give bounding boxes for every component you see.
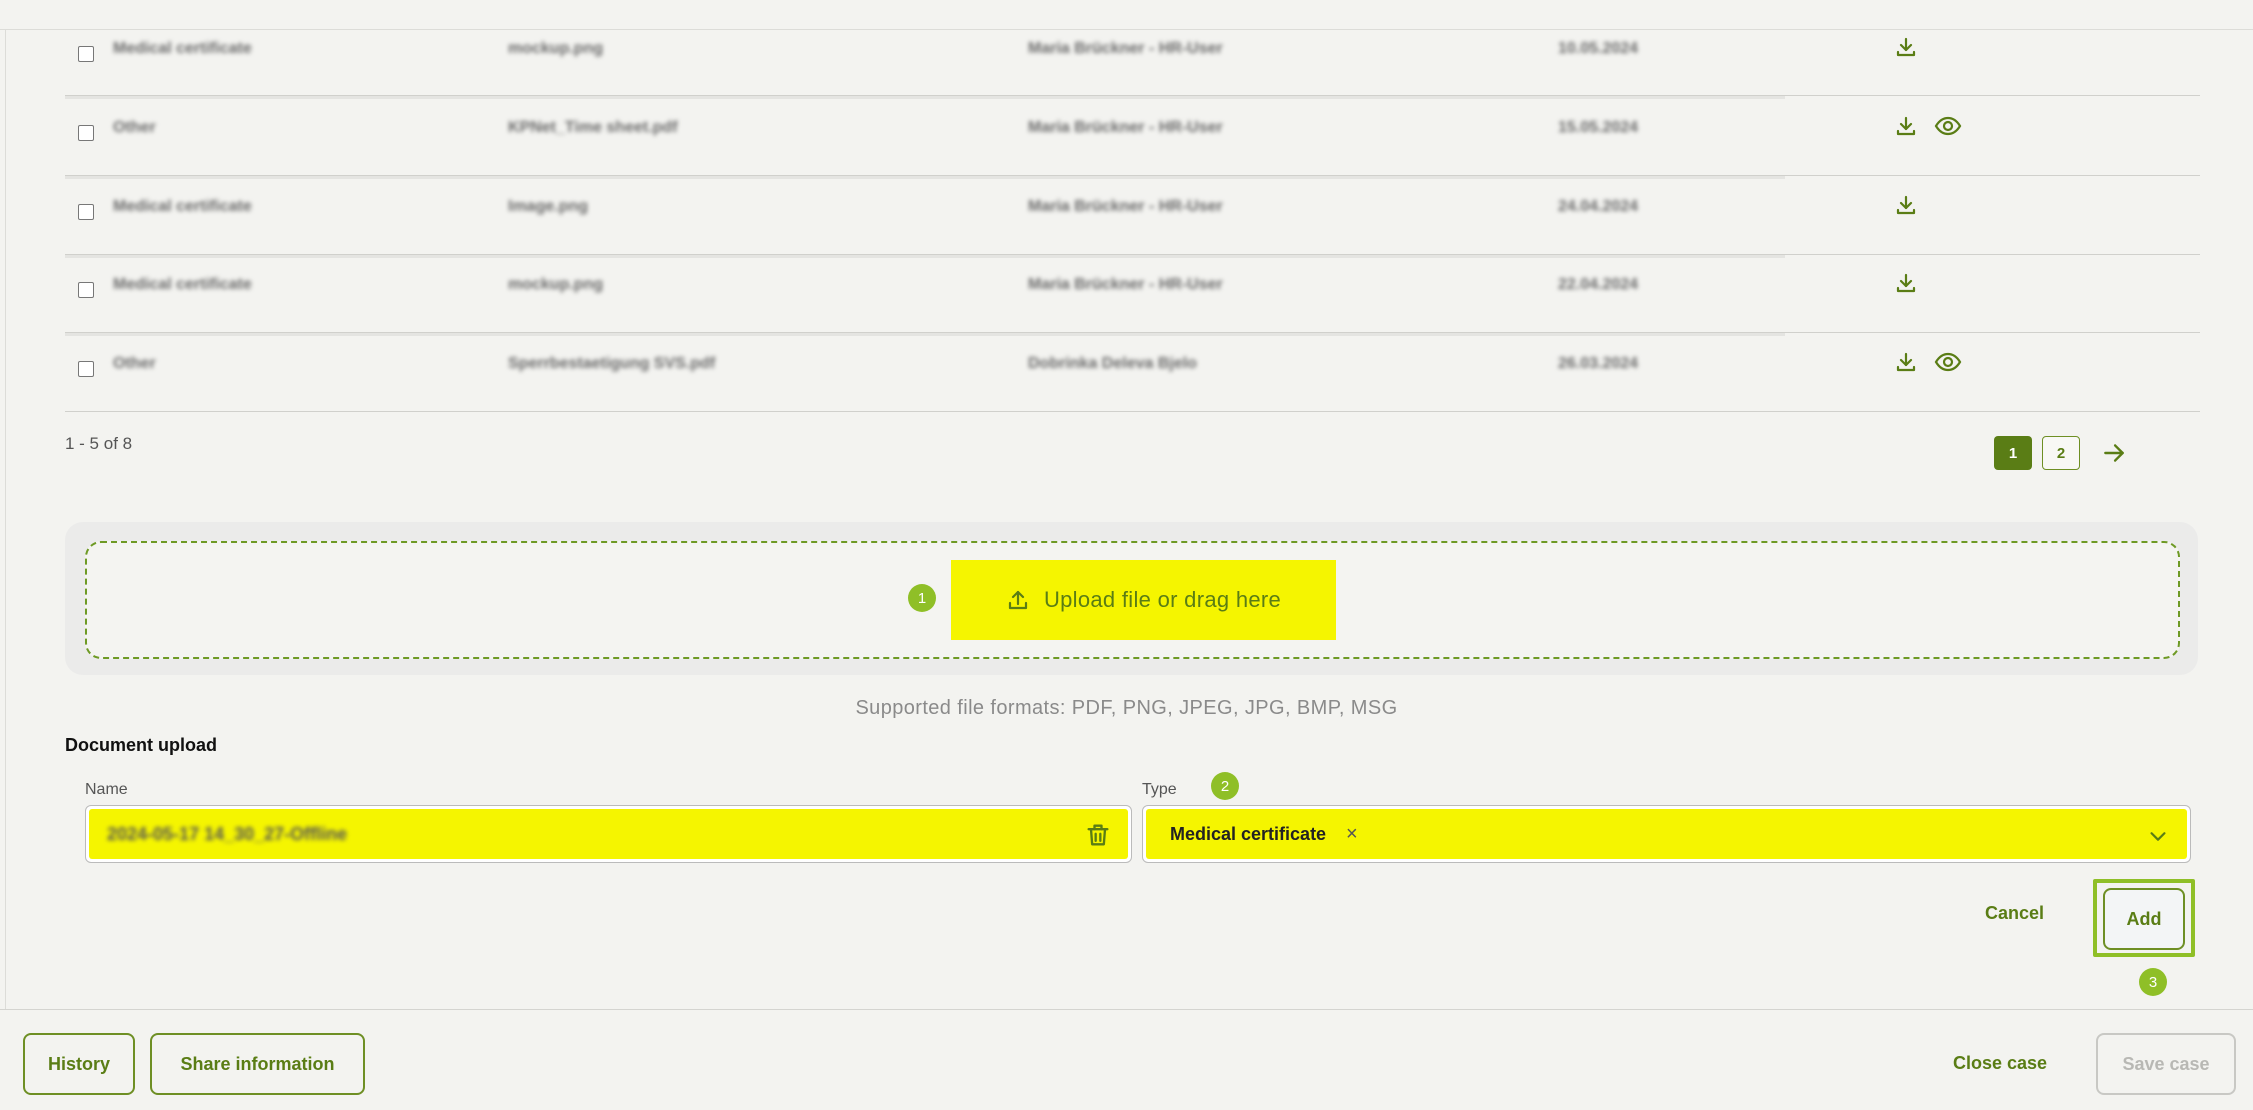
eye-icon[interactable] xyxy=(1932,349,1964,375)
cell-type: Other xyxy=(113,355,156,372)
history-button[interactable]: History xyxy=(23,1033,135,1095)
pagination-range: 1 - 5 of 8 xyxy=(65,434,133,453)
type-label: Type xyxy=(1142,781,1177,798)
type-selected-value: Medical certificate xyxy=(1170,824,1327,844)
page-button-1[interactable]: 1 xyxy=(1994,436,2032,470)
name-value: 2024-05-17 14_30_27-Offline xyxy=(107,824,348,844)
cell-file: Sperrbestaetigung SVS.pdf xyxy=(508,355,716,372)
cell-type: Medical certificate xyxy=(113,40,252,57)
cell-file: KPNet_Time sheet.pdf xyxy=(508,119,678,136)
table-row: Medical certificate mockup.png Maria Brü… xyxy=(65,18,2200,99)
upload-icon xyxy=(1006,588,1030,612)
download-icon[interactable] xyxy=(1893,113,1919,139)
step-marker-1: 1 xyxy=(908,584,936,612)
cell-type: Medical certificate xyxy=(113,276,252,293)
cell-type: Other xyxy=(113,119,156,136)
download-icon[interactable] xyxy=(1893,270,1919,296)
eye-icon[interactable] xyxy=(1932,113,1964,139)
save-case-button[interactable]: Save case xyxy=(2096,1033,2236,1095)
supported-formats: Supported file formats: PDF, PNG, JPEG, … xyxy=(855,697,1398,719)
name-label: Name xyxy=(85,781,128,798)
cell-date: 26.03.2024 xyxy=(1558,355,1639,372)
arrow-right-icon[interactable] xyxy=(2097,436,2131,470)
cell-type: Medical certificate xyxy=(113,198,252,215)
close-case-button[interactable]: Close case xyxy=(1953,1053,2047,1074)
upload-button-label: Upload file or drag here xyxy=(1043,587,1282,612)
download-icon[interactable] xyxy=(1893,349,1919,375)
table-row: Other KPNet_Time sheet.pdf Maria Brückne… xyxy=(65,98,2200,179)
cell-user: Maria Brückner - HR-User xyxy=(1028,119,1223,136)
name-field[interactable]: 2024-05-17 14_30_27-Offline xyxy=(85,805,1132,863)
cell-user: Dobrinka Deleva Bjelo xyxy=(1028,355,1197,372)
cell-date: 22.04.2024 xyxy=(1558,276,1639,293)
add-button[interactable]: Add xyxy=(2103,888,2185,950)
share-information-button[interactable]: Share information xyxy=(150,1033,365,1095)
upload-file-button[interactable]: Upload file or drag here xyxy=(951,560,1336,640)
table-row: Other Sperrbestaetigung SVS.pdf Dobrinka… xyxy=(65,334,2200,412)
chevron-down-icon[interactable] xyxy=(2147,825,2169,847)
cell-date: 24.04.2024 xyxy=(1558,198,1639,215)
table-row: Medical certificate Image.png Maria Brüc… xyxy=(65,177,2200,258)
left-divider xyxy=(5,30,6,1010)
row-checkbox[interactable] xyxy=(78,204,94,220)
row-checkbox[interactable] xyxy=(78,361,94,377)
cancel-button[interactable]: Cancel xyxy=(1985,903,2044,924)
cell-user: Maria Brückner - HR-User xyxy=(1028,40,1223,57)
cell-file: mockup.png xyxy=(508,40,604,57)
step-marker-2: 2 xyxy=(1211,772,1239,800)
trash-icon[interactable] xyxy=(1084,821,1112,849)
type-select[interactable]: Medical certificate × xyxy=(1142,805,2191,863)
section-title: Document upload xyxy=(65,735,217,755)
row-checkbox[interactable] xyxy=(78,125,94,141)
cell-user: Maria Brückner - HR-User xyxy=(1028,198,1223,215)
cell-file: Image.png xyxy=(508,198,589,215)
row-checkbox[interactable] xyxy=(78,46,94,62)
cell-user: Maria Brückner - HR-User xyxy=(1028,276,1223,293)
clear-type-icon[interactable]: × xyxy=(1346,823,1358,846)
row-checkbox[interactable] xyxy=(78,282,94,298)
table-row: Medical certificate mockup.png Maria Brü… xyxy=(65,255,2200,336)
download-icon[interactable] xyxy=(1893,192,1919,218)
step-marker-3: 3 xyxy=(2139,968,2167,996)
cell-file: mockup.png xyxy=(508,276,604,293)
cell-date: 10.05.2024 xyxy=(1558,40,1639,57)
cell-date: 15.05.2024 xyxy=(1558,119,1639,136)
download-icon[interactable] xyxy=(1893,34,1919,60)
page-button-2[interactable]: 2 xyxy=(2042,436,2080,470)
